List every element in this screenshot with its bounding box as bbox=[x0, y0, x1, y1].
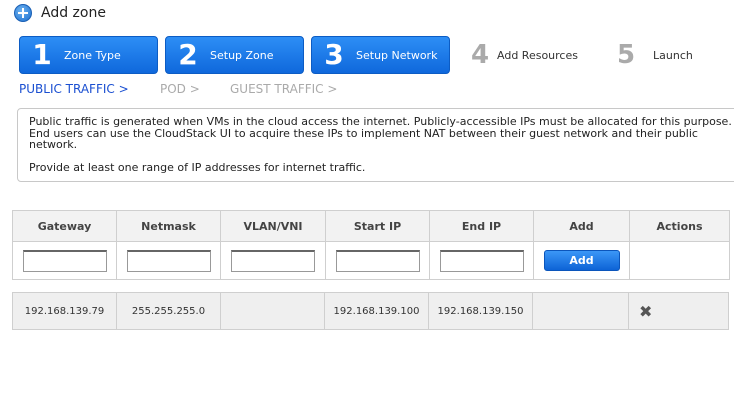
step-launch: 5 Launch bbox=[609, 36, 729, 74]
step-zone-type[interactable]: 1 Zone Type bbox=[19, 36, 158, 74]
step-number: 4 bbox=[470, 40, 490, 70]
vlan-input[interactable] bbox=[231, 249, 315, 272]
row-add-cell bbox=[532, 292, 629, 330]
ip-range-list: 192.168.139.79 255.255.255.0 192.168.139… bbox=[12, 292, 729, 330]
step-setup-network[interactable]: 3 Setup Network bbox=[311, 36, 450, 74]
step-label: Setup Network bbox=[356, 48, 438, 62]
plus-circle-icon bbox=[14, 4, 32, 22]
col-netmask: Netmask bbox=[116, 210, 221, 242]
netmask-input[interactable] bbox=[126, 249, 211, 272]
step-label: Zone Type bbox=[64, 48, 121, 62]
substep-pod: POD > bbox=[160, 82, 200, 96]
table-header-row: Gateway Netmask VLAN/VNI Start IP End IP… bbox=[12, 210, 730, 242]
close-icon[interactable]: ✖ bbox=[639, 302, 652, 321]
dialog-header: Add zone bbox=[14, 3, 106, 23]
ip-range-form-table: Gateway Netmask VLAN/VNI Start IP End IP… bbox=[12, 210, 730, 280]
col-gateway: Gateway bbox=[12, 210, 117, 242]
col-actions: Actions bbox=[629, 210, 730, 242]
row-gateway: 192.168.139.79 bbox=[12, 292, 117, 330]
step-label: Setup Zone bbox=[210, 48, 274, 62]
table-row: 192.168.139.79 255.255.255.0 192.168.139… bbox=[12, 292, 729, 330]
dialog-title: Add zone bbox=[41, 5, 106, 21]
end-ip-input[interactable] bbox=[439, 249, 524, 272]
col-start-ip: Start IP bbox=[325, 210, 430, 242]
info-box: Public traffic is generated when VMs in … bbox=[17, 108, 734, 182]
gateway-input[interactable] bbox=[22, 249, 107, 272]
start-ip-input[interactable] bbox=[335, 249, 420, 272]
step-number: 5 bbox=[616, 40, 636, 70]
row-end-ip: 192.168.139.150 bbox=[428, 292, 533, 330]
step-label: Launch bbox=[653, 48, 693, 62]
input-row: Add bbox=[12, 241, 730, 280]
substep-public-traffic[interactable]: PUBLIC TRAFFIC > bbox=[19, 82, 129, 96]
row-actions: ✖ bbox=[628, 292, 729, 330]
step-add-resources: 4 Add Resources bbox=[463, 36, 593, 74]
info-instruction: Provide at least one range of IP address… bbox=[29, 160, 366, 174]
step-number: 1 bbox=[32, 38, 52, 71]
substep-guest-traffic: GUEST TRAFFIC > bbox=[230, 82, 338, 96]
info-description: Public traffic is generated when VMs in … bbox=[29, 115, 732, 151]
row-vlan bbox=[220, 292, 325, 330]
add-button[interactable]: Add bbox=[543, 250, 620, 271]
col-vlan: VLAN/VNI bbox=[220, 210, 326, 242]
step-setup-zone[interactable]: 2 Setup Zone bbox=[165, 36, 304, 74]
actions-cell bbox=[629, 241, 730, 280]
row-start-ip: 192.168.139.100 bbox=[324, 292, 429, 330]
col-end-ip: End IP bbox=[429, 210, 534, 242]
step-number: 2 bbox=[178, 38, 198, 71]
step-label: Add Resources bbox=[497, 48, 578, 62]
row-netmask: 255.255.255.0 bbox=[116, 292, 221, 330]
step-number: 3 bbox=[324, 38, 344, 71]
col-add: Add bbox=[533, 210, 630, 242]
